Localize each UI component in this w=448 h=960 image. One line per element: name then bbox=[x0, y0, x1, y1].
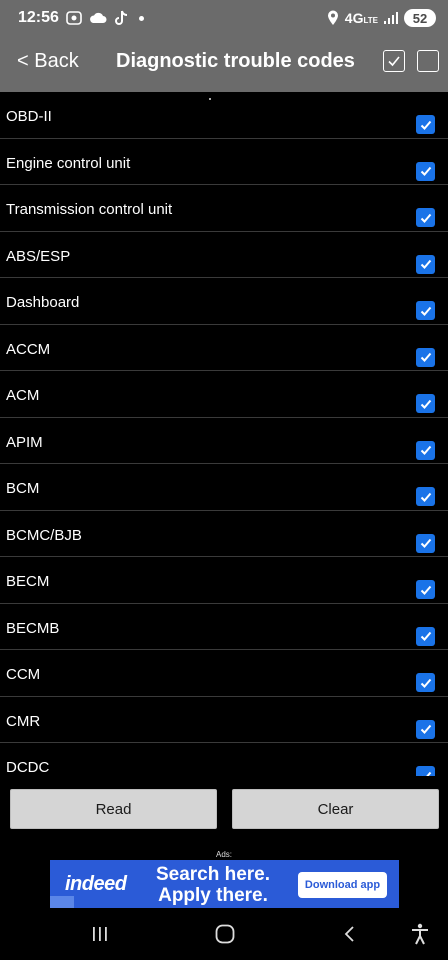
module-label: APIM bbox=[6, 433, 43, 451]
checkmark-icon bbox=[420, 631, 431, 641]
status-time: 12:56 bbox=[18, 9, 59, 26]
page-title: Diagnostic trouble codes bbox=[116, 50, 355, 72]
ad-headline-line-2: Apply there. bbox=[158, 885, 268, 906]
ad-headline: Search here. Apply there. bbox=[150, 864, 276, 906]
ad-headline-line-1: Search here. bbox=[155, 864, 271, 885]
module-checkbox[interactable] bbox=[416, 673, 435, 692]
module-row[interactable]: ACM bbox=[0, 371, 448, 418]
cloud-icon bbox=[89, 12, 107, 24]
module-label: ACM bbox=[6, 387, 40, 404]
accessibility-button[interactable] bbox=[408, 922, 432, 946]
module-row[interactable]: BCM bbox=[0, 464, 448, 511]
module-label: ABS/ESP bbox=[6, 247, 71, 265]
home-icon bbox=[215, 924, 235, 944]
module-label: CMR bbox=[6, 712, 41, 730]
back-icon bbox=[344, 926, 354, 942]
module-checkbox[interactable] bbox=[416, 580, 435, 599]
module-row[interactable]: BECMB bbox=[0, 604, 448, 650]
module-row[interactable]: ACCM bbox=[0, 325, 448, 371]
checkmark-icon bbox=[420, 445, 431, 455]
checkmark-icon bbox=[421, 771, 431, 776]
ad-banner[interactable]: indeed Search here. Apply there. Downloa… bbox=[50, 860, 399, 908]
module-row[interactable]: Transmission control unit bbox=[0, 185, 448, 232]
module-row[interactable]: Dashboard bbox=[0, 278, 448, 325]
clear-button[interactable]: Clear bbox=[232, 789, 439, 829]
module-checkbox[interactable] bbox=[416, 115, 435, 134]
module-label: ACCM bbox=[6, 340, 51, 358]
module-label: Transmission control unit bbox=[6, 201, 173, 218]
module-row[interactable]: Engine control unit bbox=[0, 139, 448, 185]
checkmark-icon bbox=[420, 306, 431, 316]
module-checkbox[interactable] bbox=[416, 719, 435, 739]
app-header: < Back Diagnostic trouble codes bbox=[0, 36, 448, 92]
module-row[interactable]: BECM bbox=[0, 557, 448, 604]
home-button[interactable] bbox=[213, 922, 237, 946]
select-all-button[interactable] bbox=[383, 50, 405, 72]
tiktok-icon bbox=[114, 10, 128, 26]
module-label: CCM bbox=[6, 666, 41, 683]
module-checkbox[interactable] bbox=[416, 533, 435, 553]
module-label: BCMC/BJB bbox=[6, 526, 82, 544]
checkmark-icon bbox=[420, 724, 431, 734]
checkmark-icon bbox=[420, 399, 431, 409]
notification-dot bbox=[138, 15, 144, 21]
module-row[interactable]: ABS/ESP bbox=[0, 232, 448, 278]
ad-choices-icon[interactable] bbox=[50, 896, 74, 908]
accessibility-icon bbox=[412, 923, 428, 945]
battery-indicator: 52 bbox=[404, 9, 436, 27]
module-row[interactable]: DCDC bbox=[0, 743, 448, 776]
module-checkbox[interactable] bbox=[416, 626, 435, 646]
read-button[interactable]: Read bbox=[10, 789, 217, 829]
module-row[interactable]: CMR bbox=[0, 697, 448, 743]
checkmark-icon bbox=[420, 352, 431, 362]
checkmark-icon bbox=[420, 120, 431, 130]
system-nav-bar bbox=[0, 908, 448, 960]
back-button[interactable]: < Back bbox=[17, 50, 79, 73]
checkmark-icon bbox=[420, 492, 431, 502]
module-label: DCDC bbox=[6, 759, 50, 776]
module-label: Engine control unit bbox=[6, 154, 131, 172]
module-row[interactable]: CCM bbox=[0, 650, 448, 697]
module-label: BCM bbox=[6, 480, 40, 497]
module-row[interactable]: OBD-II bbox=[0, 92, 448, 139]
select-none-button[interactable] bbox=[417, 50, 439, 72]
signal-icon bbox=[384, 12, 398, 24]
module-label: Dashboard bbox=[6, 294, 80, 311]
recents-button[interactable] bbox=[88, 922, 112, 946]
module-row[interactable]: BCMC/BJB bbox=[0, 511, 448, 557]
module-checkbox[interactable] bbox=[416, 208, 435, 227]
module-label: OBD-II bbox=[6, 108, 52, 125]
module-checkbox[interactable] bbox=[416, 394, 435, 413]
module-checkbox[interactable] bbox=[416, 487, 435, 506]
indeed-logo: indeed bbox=[65, 873, 127, 895]
download-app-button[interactable]: Download app bbox=[298, 872, 387, 898]
recents-icon bbox=[93, 927, 107, 941]
module-list[interactable]: OBD-II Engine control unit Transmission co… bbox=[0, 92, 448, 776]
module-checkbox[interactable] bbox=[416, 347, 435, 367]
module-checkbox[interactable] bbox=[416, 301, 435, 320]
module-label: BECM bbox=[6, 573, 50, 590]
status-bar: 12:56 4GLTE 52 bbox=[0, 0, 448, 36]
module-checkbox[interactable] bbox=[416, 161, 435, 181]
checkmark-icon bbox=[420, 585, 431, 595]
ads-label: Ads: bbox=[215, 850, 232, 859]
network-type: 4GLTE bbox=[344, 10, 378, 26]
screenshot-icon bbox=[66, 11, 82, 25]
nav-back-button[interactable] bbox=[338, 922, 362, 946]
checkmark-icon bbox=[420, 166, 431, 176]
checkmark-icon bbox=[420, 259, 431, 269]
location-icon bbox=[327, 10, 339, 26]
checkmark-icon bbox=[420, 678, 431, 688]
module-checkbox[interactable] bbox=[416, 254, 435, 274]
module-row[interactable]: APIM bbox=[0, 418, 448, 464]
checkbox-checked-icon bbox=[388, 56, 400, 67]
module-checkbox[interactable] bbox=[416, 440, 435, 460]
checkmark-icon bbox=[420, 538, 431, 548]
module-checkbox[interactable] bbox=[416, 766, 435, 776]
checkmark-icon bbox=[420, 213, 431, 223]
module-label: BECMB bbox=[6, 619, 60, 637]
